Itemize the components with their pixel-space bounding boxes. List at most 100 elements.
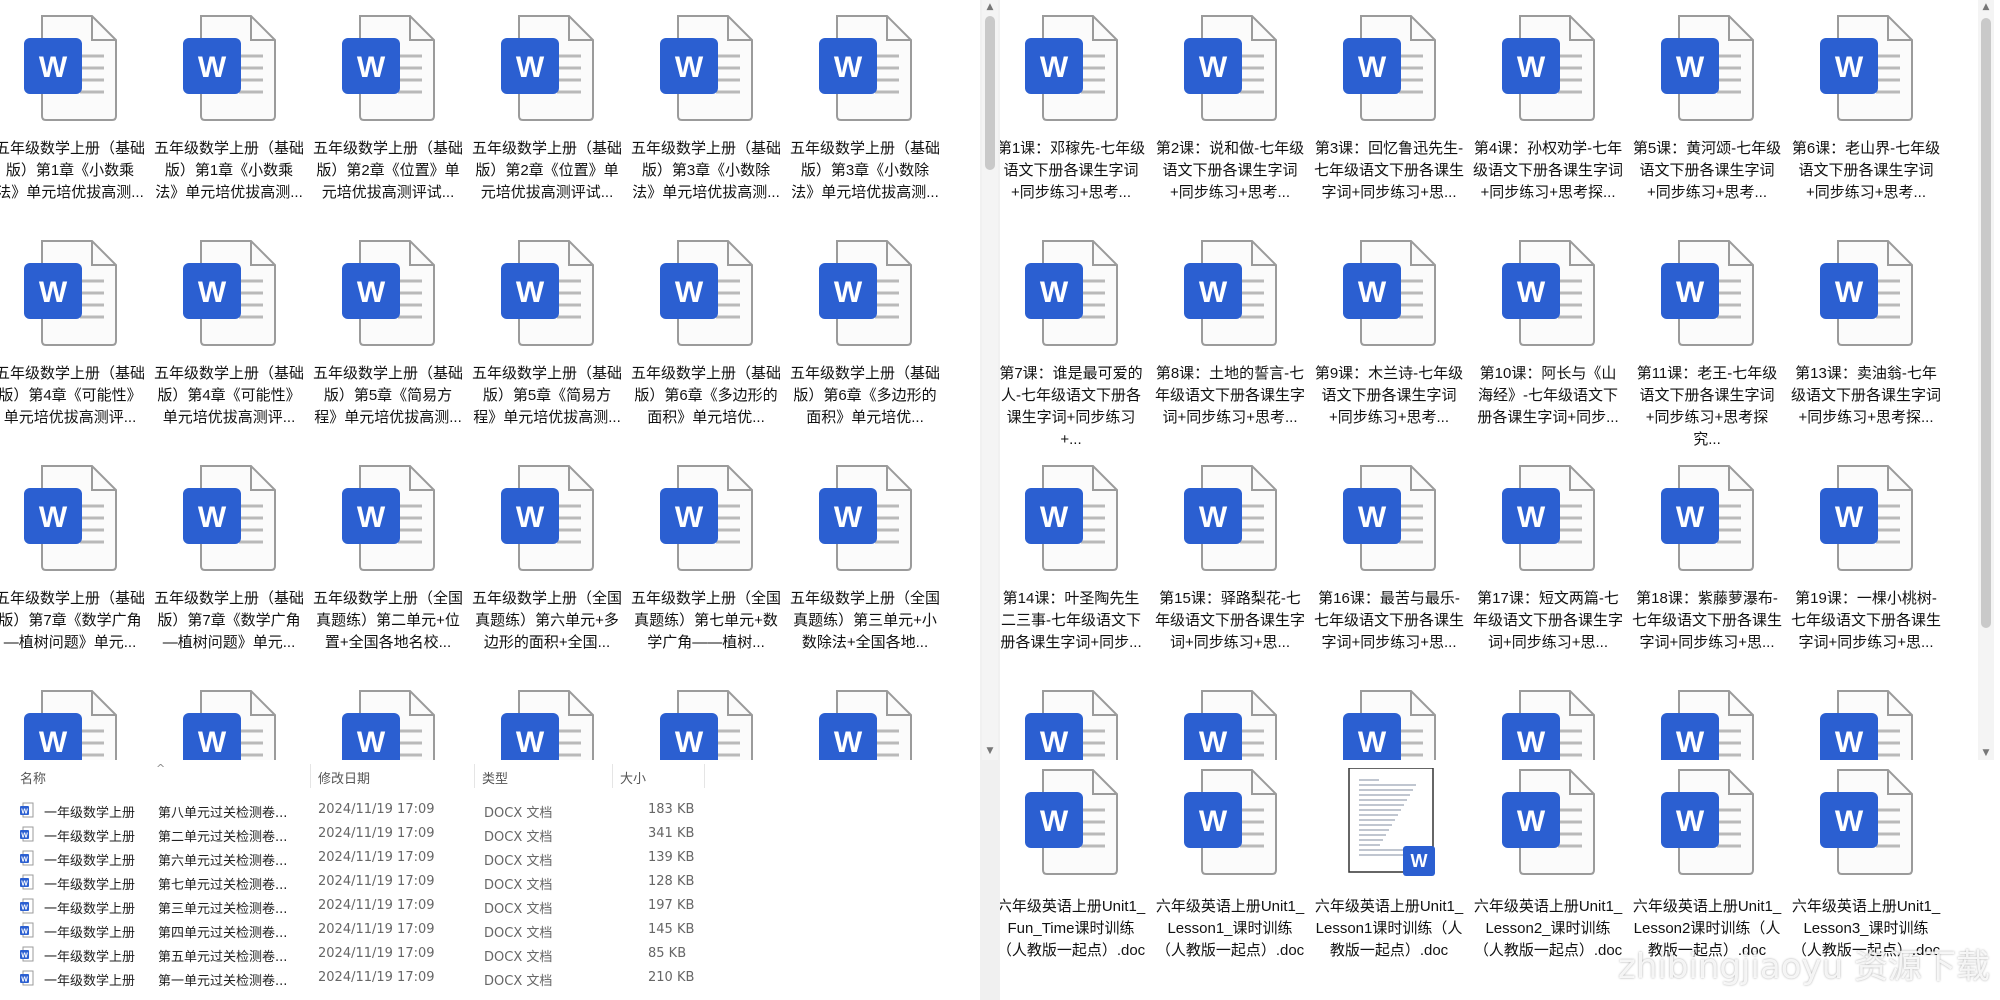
file-tile[interactable]: W 第10课：阿长与《山海经》-七年级语文下册各课生字词+同步... <box>1473 237 1623 429</box>
file-name: 第6课：老山界-七年级语文下册各课生字词+同步练习+思考... <box>1791 140 1941 201</box>
file-name: 第9课：木兰诗-七年级语文下册各课生字词+同步练习+思考... <box>1314 365 1464 426</box>
word-file-small-icon: W <box>20 970 34 986</box>
file-name: 五年级数学上册（基础版）第7章《数学广角—植树问题》单元... <box>154 590 304 651</box>
file-tile[interactable]: W 第5课：黄河颂-七年级语文下册各课生字词+同步练习+思考... <box>1632 12 1782 204</box>
file-tile[interactable]: W 第13课：卖油翁-七年级语文下册各课生字词+同步练习+思考探... <box>1791 237 1941 429</box>
table-row[interactable]: W 一年级数学上册 第八单元过关检测卷... 2024/11/19 17:09 DOCX… <box>0 798 980 822</box>
file-tile[interactable]: W 五年级数学上册（基础版）第6章《多边形的面积》单元培优... <box>790 237 940 429</box>
file-tile-partial[interactable]: W <box>1791 687 1941 760</box>
file-tile[interactable]: W 五年级数学上册（基础版）第6章《多边形的面积》单元培优... <box>631 237 781 429</box>
watermark: zhibingjiaoyu 资源下载 <box>1617 947 1990 987</box>
scroll-down-arrow-icon[interactable]: ▼ <box>982 744 998 758</box>
file-tile-partial[interactable]: W <box>1314 687 1464 760</box>
file-tile[interactable]: W 第2课：说和做-七年级语文下册各课生字词+同步练习+思考... <box>1155 12 1305 204</box>
svg-text:W: W <box>1199 726 1228 759</box>
file-tile[interactable]: W 第15课：驿路梨花-七年级语文下册各课生字词+同步练习+思... <box>1155 462 1305 654</box>
file-tile-partial[interactable]: W <box>1155 687 1305 760</box>
row-type: DOCX 文档 <box>484 950 553 965</box>
file-tile[interactable]: W 六年级英语上册Unit1_Lesson1课时训练（人教版一起点）.doc <box>1314 768 1464 962</box>
file-tile[interactable]: W 第11课：老王-七年级语文下册各课生字词+同步练习+思考探究... <box>1632 237 1782 451</box>
file-tile[interactable]: W 六年级英语上册Unit1_Lesson3_课时训练（人教版一起点）.doc <box>1791 768 1941 962</box>
file-tile-partial[interactable]: W <box>472 687 622 760</box>
file-tile[interactable]: W 第14课：叶圣陶先生二三事-七年级语文下册各课生字词+同步... <box>1000 462 1146 654</box>
file-tile[interactable]: W 五年级数学上册（基础版）第3章《小数除法》单元培优拔高测... <box>631 12 781 204</box>
word-document-icon: W <box>1021 768 1121 876</box>
word-document-icon: W <box>815 12 915 122</box>
table-row[interactable]: W 一年级数学上册 第一单元过关检测卷... 2024/11/19 17:09 DOCX… <box>0 966 980 990</box>
file-tile-partial[interactable]: W <box>631 687 781 760</box>
file-tile[interactable]: W 五年级数学上册（全国真题练）第三单元+小数除法+全国各地... <box>790 462 940 654</box>
file-tile[interactable]: W 五年级数学上册（基础版）第7章《数学广角—植树问题》单元... <box>154 462 304 654</box>
table-row[interactable]: W 一年级数学上册 第五单元过关检测卷... 2024/11/19 17:09 DOCX… <box>0 942 980 966</box>
file-tile[interactable]: W 五年级数学上册（基础版）第7章《数学广角—植树问题》单元... <box>0 462 145 654</box>
word-document-icon: W <box>815 237 915 347</box>
file-tile[interactable]: W 五年级数学上册（基础版）第4章《可能性》单元培优拔高测评... <box>154 237 304 429</box>
column-header-name[interactable]: 名称 <box>20 768 46 787</box>
file-tile[interactable]: W 五年级数学上册（全国真题练）第二单元+位置+全国各地名校... <box>313 462 463 654</box>
word-document-icon: W <box>20 462 120 572</box>
row-name: 一年级数学上册 <box>44 950 136 965</box>
file-tile[interactable]: W 五年级数学上册（基础版）第3章《小数除法》单元培优拔高测... <box>790 12 940 204</box>
scrollbar-thumb[interactable] <box>1981 18 1991 628</box>
table-row[interactable]: W 一年级数学上册 第七单元过关检测卷... 2024/11/19 17:09 DOCX… <box>0 870 980 894</box>
file-tile[interactable]: W 第18课：紫藤萝瀑布-七年级语文下册各课生字词+同步练习+思... <box>1632 462 1782 654</box>
file-tile[interactable]: W 第3课：回忆鲁迅先生-七年级语文下册各课生字词+同步练习+思... <box>1314 12 1464 204</box>
file-tile[interactable]: W 第9课：木兰诗-七年级语文下册各课生字词+同步练习+思考... <box>1314 237 1464 429</box>
file-tile[interactable]: W 五年级数学上册（全国真题练）第七单元+数学广角——植树... <box>631 462 781 654</box>
file-tile[interactable]: W 第4课：孙权劝学-七年级语文下册各课生字词+同步练习+思考探... <box>1473 12 1623 204</box>
scroll-up-arrow-icon[interactable]: ▲ <box>982 0 998 14</box>
table-row[interactable]: W 一年级数学上册 第三单元过关检测卷... 2024/11/19 17:09 DOCX… <box>0 894 980 918</box>
file-tile[interactable]: W 第6课：老山界-七年级语文下册各课生字词+同步练习+思考... <box>1791 12 1941 204</box>
file-tile[interactable]: W 五年级数学上册（基础版）第1章《小数乘法》单元培优拔高测... <box>0 12 145 204</box>
file-tile[interactable]: W 五年级数学上册（基础版）第5章《简易方程》单元培优拔高测... <box>472 237 622 429</box>
file-tile[interactable]: W 六年级英语上册Unit1_Lesson2_课时训练（人教版一起点）.doc <box>1473 768 1623 962</box>
file-tile[interactable]: W 五年级数学上册（基础版）第2章《位置》单元培优拔高测评试... <box>472 12 622 204</box>
file-tile-partial[interactable]: W <box>1632 687 1782 760</box>
word-file-small-icon: W <box>20 922 34 938</box>
file-tile[interactable]: W 五年级数学上册（基础版）第4章《可能性》单元培优拔高测评... <box>0 237 145 429</box>
row-type: DOCX 文档 <box>484 902 553 917</box>
row-modified: 2024/11/19 17:09 <box>318 850 435 865</box>
file-tile-partial[interactable]: W <box>313 687 463 760</box>
word-document-icon: W <box>1816 768 1916 876</box>
file-tile-partial[interactable]: W <box>0 687 145 760</box>
table-row[interactable]: W 一年级数学上册 第六单元过关检测卷... 2024/11/19 17:09 DOCX… <box>0 846 980 870</box>
word-document-icon: W <box>656 687 756 760</box>
file-name: 五年级数学上册（基础版）第3章《小数除法》单元培优拔高测... <box>631 140 781 201</box>
scrollbar-thumb[interactable] <box>985 16 995 170</box>
row-name-detail: 第二单元过关检测卷... <box>158 830 288 845</box>
file-tile[interactable]: W 第17课：短文两篇-七年级语文下册各课生字词+同步练习+思... <box>1473 462 1623 654</box>
file-tile-partial[interactable]: W <box>154 687 304 760</box>
file-tile[interactable]: W 五年级数学上册（基础版）第2章《位置》单元培优拔高测评试... <box>313 12 463 204</box>
file-tile[interactable]: W 第16课：最苦与最乐-七年级语文下册各课生字词+同步练习+思... <box>1314 462 1464 654</box>
file-tile-partial[interactable]: W <box>1000 687 1146 760</box>
details-header: 名称 ^ 修改日期 类型 大小 <box>0 760 980 790</box>
file-tile[interactable]: W 五年级数学上册（基础版）第5章《简易方程》单元培优拔高测... <box>313 237 463 429</box>
scroll-down-arrow-icon[interactable]: ▼ <box>1978 746 1994 760</box>
word-document-icon: W <box>1498 462 1598 572</box>
file-tile-partial[interactable]: W <box>1473 687 1623 760</box>
column-header-size[interactable]: 大小 <box>620 768 646 787</box>
file-tile[interactable]: W 第8课：土地的誓言-七年级语文下册各课生字词+同步练习+思考... <box>1155 237 1305 429</box>
column-header-type[interactable]: 类型 <box>482 768 508 787</box>
file-tile[interactable]: W 五年级数学上册（全国真题练）第六单元+多边形的面积+全国... <box>472 462 622 654</box>
row-type: DOCX 文档 <box>484 926 553 941</box>
file-name: 第17课：短文两篇-七年级语文下册各课生字词+同步练习+思... <box>1473 590 1623 651</box>
file-tile[interactable]: W 五年级数学上册（基础版）第1章《小数乘法》单元培优拔高测... <box>154 12 304 204</box>
file-tile[interactable]: W 六年级英语上册Unit1_Lesson1_课时训练（人教版一起点）.doc <box>1155 768 1305 962</box>
pane-divider: ▲ ▼ <box>980 0 1000 1000</box>
scroll-up-arrow-icon[interactable]: ▲ <box>1978 0 1994 14</box>
file-tile[interactable]: W 六年级英语上册Unit1_Lesson2课时训练（人教版一起点）.doc <box>1632 768 1782 962</box>
file-tile[interactable]: W 第19课：一棵小桃树-七年级语文下册各课生字词+同步练习+思... <box>1791 462 1941 654</box>
word-document-icon: W <box>1021 462 1121 572</box>
file-tile[interactable]: W 第1课：邓稼先-七年级语文下册各课生字词+同步练习+思考... <box>1000 12 1146 204</box>
file-tile-partial[interactable]: W <box>790 687 940 760</box>
file-name: 六年级英语上册Unit1_Lesson1课时训练（人教版一起点）.doc <box>1314 898 1464 959</box>
file-tile[interactable]: W 六年级英语上册Unit1_Fun_Time课时训练（人教版一起点）.doc <box>1000 768 1146 962</box>
left-scrollbar[interactable]: ▲ ▼ <box>982 0 998 760</box>
table-row[interactable]: W 一年级数学上册 第四单元过关检测卷... 2024/11/19 17:09 DOCX… <box>0 918 980 942</box>
right-scrollbar[interactable]: ▲ ▼ <box>1978 0 1994 760</box>
file-tile[interactable]: W 第7课：谁是最可爱的人-七年级语文下册各课生字词+同步练习+... <box>1000 237 1146 451</box>
column-header-modified[interactable]: 修改日期 <box>318 768 370 787</box>
table-row[interactable]: W 一年级数学上册 第二单元过关检测卷... 2024/11/19 17:09 DOCX… <box>0 822 980 846</box>
